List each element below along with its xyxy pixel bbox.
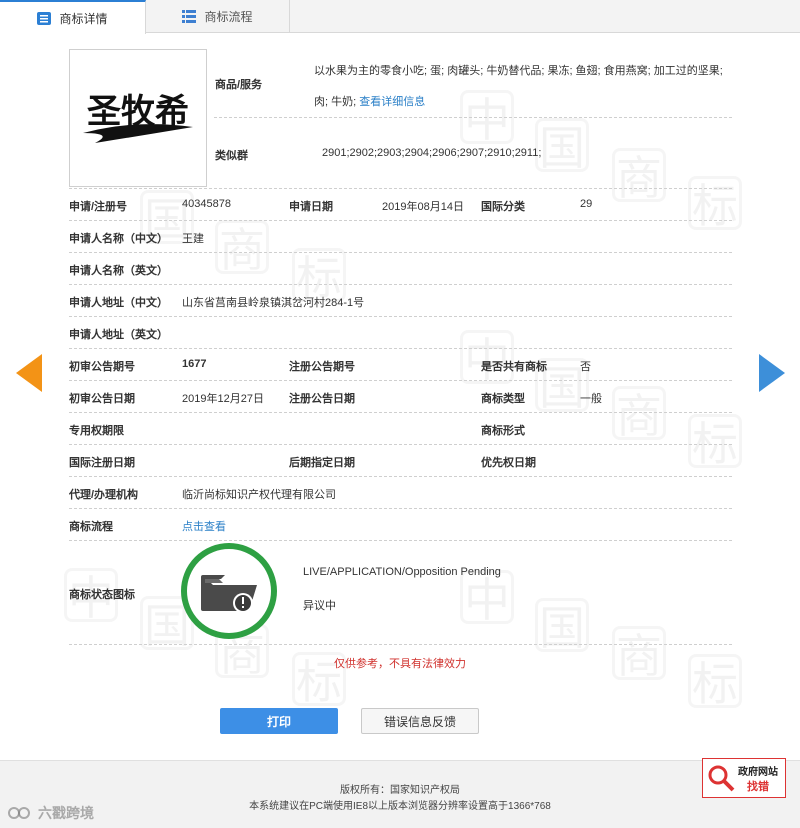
watermark-glyph: 标 bbox=[688, 414, 742, 471]
tab-label: 商标流程 bbox=[204, 10, 253, 24]
disclaimer-text: 仅供参考，不具有法律效力 bbox=[334, 658, 466, 670]
divider bbox=[69, 476, 732, 477]
goods-label: 商品/服务 bbox=[215, 79, 263, 91]
gov-site-error-report-badge[interactable]: 政府网站 找错 bbox=[702, 758, 786, 798]
next-record-arrow-icon[interactable] bbox=[759, 354, 785, 392]
divider bbox=[69, 284, 732, 285]
divider bbox=[69, 220, 732, 221]
divider bbox=[69, 412, 732, 413]
watermark-glyph: 商 bbox=[215, 220, 269, 277]
watermark-glyph: 中 bbox=[460, 570, 514, 627]
shared-value: 否 bbox=[580, 361, 591, 373]
divider bbox=[69, 508, 732, 509]
address-en-label: 申请人地址（英文） bbox=[69, 329, 168, 341]
watermark-glyph: 商 bbox=[612, 148, 666, 205]
divider bbox=[69, 540, 732, 541]
divider bbox=[214, 117, 732, 118]
watermark-glyph: 商 bbox=[612, 626, 666, 683]
applicant-cn-value: 王建 bbox=[182, 233, 204, 245]
divider bbox=[69, 444, 732, 445]
divider bbox=[69, 644, 732, 645]
agent-label: 代理/办理机构 bbox=[69, 489, 139, 501]
watermark-glyph: 国 bbox=[535, 118, 589, 175]
reg-no-label: 申请/注册号 bbox=[69, 201, 128, 213]
watermark-glyph: 中 bbox=[460, 330, 514, 387]
divider bbox=[69, 316, 732, 317]
applicant-cn-label: 申请人名称（中文） bbox=[69, 233, 168, 245]
copyright-text: 版权所有：国家知识产权局 bbox=[340, 785, 460, 796]
divider bbox=[69, 380, 732, 381]
apply-date-label: 申请日期 bbox=[289, 201, 333, 213]
prelim-date-value: 2019年12月27日 bbox=[182, 393, 264, 405]
divider bbox=[69, 252, 732, 253]
tab-trademark-flow[interactable]: 商标流程 bbox=[146, 0, 290, 33]
intl-class-value: 29 bbox=[580, 198, 593, 210]
goods-list-line2: 肉; 牛奶; 查看详细信息 bbox=[314, 93, 425, 109]
view-flow-link[interactable]: 点击查看 bbox=[182, 518, 226, 534]
address-cn-label: 申请人地址（中文） bbox=[69, 297, 168, 309]
prelim-no-label: 初审公告期号 bbox=[69, 361, 135, 373]
intl-reg-date-label: 国际注册日期 bbox=[69, 457, 135, 469]
address-cn-value: 山东省莒南县岭泉镇淇岔河村284-1号 bbox=[182, 297, 365, 309]
prelim-date-label: 初审公告日期 bbox=[69, 393, 135, 405]
prev-record-arrow-icon[interactable] bbox=[16, 354, 42, 392]
divider bbox=[69, 188, 732, 189]
status-icon-label: 商标状态图标 bbox=[69, 589, 135, 601]
corner-watermark: 六戳跨境 bbox=[8, 803, 94, 823]
applicant-en-label: 申请人名称（英文） bbox=[69, 265, 168, 277]
view-details-link[interactable]: 查看详细信息 bbox=[359, 96, 425, 108]
reg-notice-date-label: 注册公告日期 bbox=[289, 393, 355, 405]
goods-list-text: 肉; 牛奶; bbox=[314, 96, 357, 108]
tab-trademark-detail[interactable]: 商标详情 bbox=[0, 0, 146, 34]
intl-class-label: 国际分类 bbox=[481, 201, 525, 213]
status-en-text: LIVE/APPLICATION/Opposition Pending bbox=[303, 566, 501, 578]
browser-advice-text: 本系统建议在PC端使用IE8以上版本浏览器分辨率设置高于1366*768 bbox=[249, 801, 551, 812]
status-badge bbox=[181, 543, 277, 639]
similar-group-label: 类似群 bbox=[215, 150, 248, 162]
trademark-logo: 圣牧希 bbox=[83, 92, 193, 143]
status-cn-text: 异议中 bbox=[303, 600, 336, 612]
goods-list-line1: 以水果为主的零食小吃; 蛋; 肉罐头; 牛奶替代品; 果冻; 鱼翅; 食用燕窝;… bbox=[314, 65, 723, 77]
watermark-glyph: 标 bbox=[688, 654, 742, 711]
reg-notice-no-label: 注册公告期号 bbox=[289, 361, 355, 373]
corner-watermark-text: 六戳跨境 bbox=[38, 805, 94, 821]
prelim-no-value: 1677 bbox=[182, 358, 207, 370]
priority-date-label: 优先权日期 bbox=[481, 457, 536, 469]
agent-value: 临沂尚标知识产权代理有限公司 bbox=[182, 489, 336, 501]
apply-date-value: 2019年08月14日 bbox=[382, 201, 464, 213]
magnifier-icon bbox=[708, 765, 735, 792]
folder-warning-icon bbox=[201, 575, 257, 613]
watermark-glyph: 商 bbox=[612, 386, 666, 443]
detail-list-icon bbox=[37, 11, 52, 25]
gov-badge-line2: 找错 bbox=[747, 780, 769, 793]
reg-no-value: 40345878 bbox=[182, 198, 231, 210]
watermark-glyph: 标 bbox=[688, 176, 742, 233]
later-date-label: 后期指定日期 bbox=[289, 457, 355, 469]
watermark-logo-icon bbox=[8, 807, 30, 819]
divider bbox=[69, 348, 732, 349]
footer: 版权所有：国家知识产权局 本系统建议在PC端使用IE8以上版本浏览器分辨率设置高… bbox=[0, 760, 800, 828]
mark-type-value: 一般 bbox=[580, 393, 602, 405]
exclusive-period-label: 专用权期限 bbox=[69, 425, 124, 437]
gov-badge-line1: 政府网站 bbox=[738, 766, 778, 778]
tab-label: 商标详情 bbox=[59, 11, 108, 26]
tab-bar: 商标详情 商标流程 bbox=[0, 0, 800, 34]
mark-form-label: 商标形式 bbox=[481, 425, 525, 437]
mark-type-label: 商标类型 bbox=[481, 393, 525, 405]
shared-label: 是否共有商标 bbox=[481, 361, 547, 373]
similar-group-value: 2901;2902;2903;2904;2906;2907;2910;2911; bbox=[322, 147, 542, 159]
print-button[interactable]: 打印 bbox=[220, 708, 338, 734]
flow-list-icon bbox=[182, 10, 197, 23]
trademark-image: 圣牧希 bbox=[69, 49, 207, 187]
error-feedback-button[interactable]: 错误信息反馈 bbox=[361, 708, 479, 734]
flow-label: 商标流程 bbox=[69, 521, 113, 533]
